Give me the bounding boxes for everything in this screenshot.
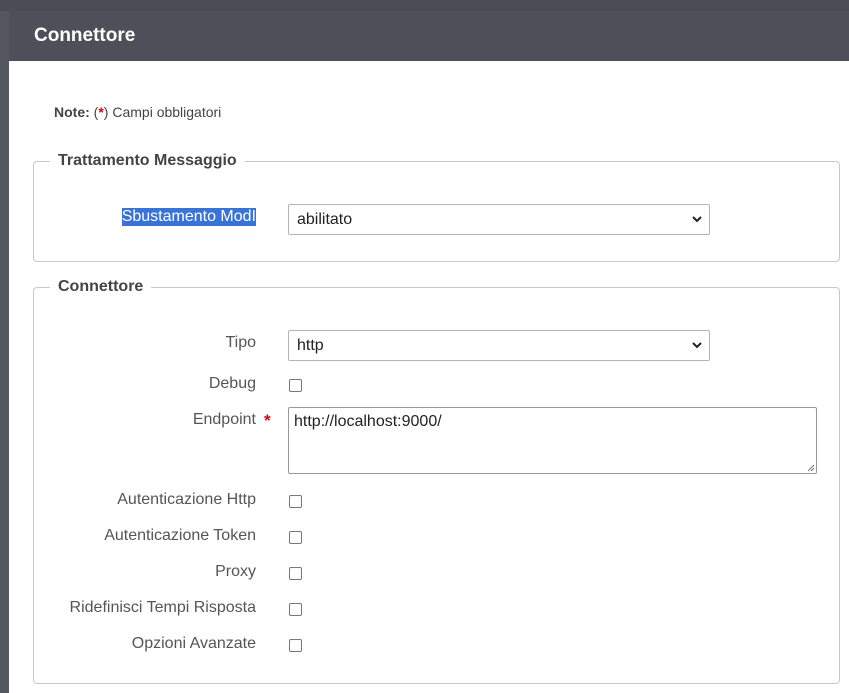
- connettore-section: Connettore Tipo http Debug Endpoint * ht…: [33, 278, 840, 684]
- proxy-checkbox[interactable]: [289, 567, 302, 580]
- sbustamento-select[interactable]: abilitato: [288, 204, 710, 235]
- endpoint-required-star: *: [264, 411, 271, 430]
- debug-checkbox[interactable]: [289, 379, 302, 392]
- required-fields-note: Note: (*) Campi obbligatori: [54, 104, 221, 120]
- chevron-down-icon: [692, 342, 702, 349]
- auth-token-label: Autenticazione Token: [104, 527, 256, 544]
- chevron-down-icon: [692, 216, 702, 223]
- panel-title: Connettore: [9, 11, 849, 61]
- sbustamento-value: abilitato: [297, 211, 353, 228]
- top-strip: [0, 0, 849, 11]
- note-prefix: Note:: [54, 104, 90, 120]
- note-text: ) Campi obbligatori: [103, 104, 222, 120]
- opzioni-avanzate-checkbox[interactable]: [289, 639, 302, 652]
- sbustamento-label: Sbustamento ModI: [121, 208, 256, 226]
- tipo-label: Tipo: [225, 334, 256, 351]
- auth-http-label: Autenticazione Http: [117, 491, 256, 508]
- connettore-legend: Connettore: [58, 278, 144, 295]
- proxy-label: Proxy: [215, 563, 256, 580]
- debug-label: Debug: [208, 375, 256, 392]
- opzioni-avanzate-label: Opzioni Avanzate: [131, 635, 256, 652]
- tipo-select[interactable]: http: [288, 330, 710, 361]
- endpoint-label: Endpoint: [192, 411, 256, 428]
- trattamento-messaggio-section: Trattamento Messaggio Sbustamento ModI a…: [33, 152, 840, 262]
- auth-http-checkbox[interactable]: [289, 495, 302, 508]
- endpoint-value: http://localhost:9000/: [294, 413, 442, 430]
- auth-token-checkbox[interactable]: [289, 531, 302, 544]
- tipo-value: http: [297, 337, 324, 354]
- tempi-risposta-label: Ridefinisci Tempi Risposta: [69, 599, 256, 616]
- connettore-panel: Connettore Note: (*) Campi obbligatori T…: [9, 11, 849, 693]
- resize-grip-icon[interactable]: [806, 463, 815, 472]
- endpoint-textarea[interactable]: http://localhost:9000/: [288, 407, 817, 474]
- trattamento-legend: Trattamento Messaggio: [58, 152, 237, 169]
- tempi-risposta-checkbox[interactable]: [289, 603, 302, 616]
